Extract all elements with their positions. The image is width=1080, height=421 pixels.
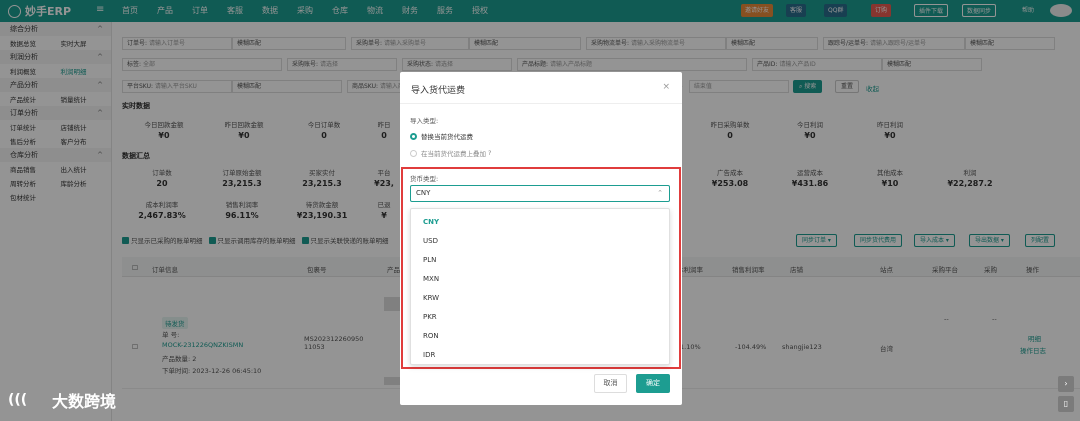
modal-divider: [400, 103, 682, 104]
currency-option-krw[interactable]: KRW: [411, 289, 669, 308]
import-type-label: 导入类型:: [410, 117, 439, 125]
cancel-button[interactable]: 取消: [594, 374, 627, 393]
radio-add[interactable]: 在当前货代运费上叠加?: [410, 148, 491, 158]
radio-unchecked-icon: [410, 149, 417, 157]
currency-option-pln[interactable]: PLN: [411, 251, 669, 270]
chevron-up-icon: ⌃: [657, 189, 663, 197]
currency-option-usd[interactable]: USD: [411, 232, 669, 251]
watermark: ((( 大数跨境: [8, 392, 117, 411]
mobile-icon[interactable]: ▯: [1058, 396, 1074, 412]
currency-option-idr[interactable]: IDR: [411, 346, 669, 365]
help-icon: ?: [488, 149, 492, 157]
watermark-logo-icon: (((: [8, 392, 28, 408]
radio-replace[interactable]: 替换当前货代运费: [410, 131, 473, 141]
modal-title: 导入货代运费: [411, 86, 466, 96]
confirm-button[interactable]: 确定: [636, 374, 670, 393]
currency-dropdown: CNY USD PLN MXN KRW PKR RON IDR: [410, 208, 670, 365]
currency-option-pkr[interactable]: PKR: [411, 308, 669, 327]
currency-option-mxn[interactable]: MXN: [411, 270, 669, 289]
currency-select[interactable]: CNY ⌃: [410, 185, 670, 202]
expand-icon[interactable]: ›: [1058, 376, 1074, 392]
currency-option-ron[interactable]: RON: [411, 327, 669, 346]
side-tools: › ▯: [1058, 376, 1074, 416]
close-icon[interactable]: ×: [662, 82, 670, 92]
radio-checked-icon: [410, 132, 417, 140]
currency-option-cny[interactable]: CNY: [411, 213, 669, 232]
